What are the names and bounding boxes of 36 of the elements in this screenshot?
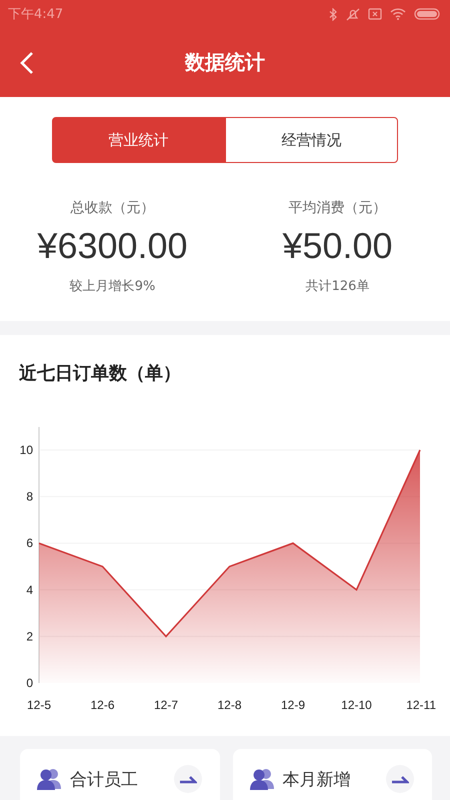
stat-value: ¥50.00 bbox=[282, 225, 393, 267]
axis-label: 12-9 bbox=[280, 698, 306, 712]
axis-label: 12-7 bbox=[154, 698, 178, 712]
stat-value: ¥6300.00 bbox=[37, 225, 188, 267]
wifi-icon bbox=[390, 8, 406, 20]
axis-label: 12-8 bbox=[217, 698, 242, 712]
axis-label: 12-11 bbox=[406, 698, 436, 712]
axis-label: 0 bbox=[26, 676, 33, 690]
axis-label: 6 bbox=[26, 536, 33, 550]
page-title: 数据统计 bbox=[185, 49, 265, 76]
stat-card[interactable]: 本月新增 bbox=[232, 749, 432, 800]
stat-label: 总收款（元） bbox=[70, 199, 154, 217]
card-label: 本月新增 bbox=[282, 768, 352, 790]
axis-label: 4 bbox=[26, 582, 33, 597]
battery-icon bbox=[414, 8, 440, 20]
axis-label: 10 bbox=[20, 443, 33, 457]
card-label: 合计员工 bbox=[70, 768, 139, 790]
axis-label: 8 bbox=[26, 490, 33, 504]
stat-note: 较上月增长9% bbox=[70, 278, 156, 295]
tab[interactable]: 营业统计 bbox=[52, 117, 225, 163]
tab[interactable]: 经营情况 bbox=[225, 117, 398, 163]
axis-label: 12-6 bbox=[90, 698, 115, 712]
bell-off-icon bbox=[346, 8, 360, 20]
status-time: 下午4:47 bbox=[8, 6, 64, 23]
axis-label: 2 bbox=[26, 629, 33, 644]
sim-off-icon bbox=[368, 8, 382, 20]
axis-label: 12-5 bbox=[27, 698, 52, 712]
stat-label: 平均消费（元） bbox=[288, 199, 386, 217]
stat-card[interactable]: 合计员工 bbox=[20, 749, 220, 800]
bluetooth-icon bbox=[329, 8, 338, 20]
axis-label: 12-10 bbox=[341, 698, 372, 712]
people-icon bbox=[36, 768, 62, 790]
stat-note: 共计126单 bbox=[306, 278, 370, 295]
back-button[interactable] bbox=[20, 50, 36, 76]
chart-title: 近七日订单数（单） bbox=[19, 362, 182, 385]
people-icon bbox=[248, 768, 274, 790]
